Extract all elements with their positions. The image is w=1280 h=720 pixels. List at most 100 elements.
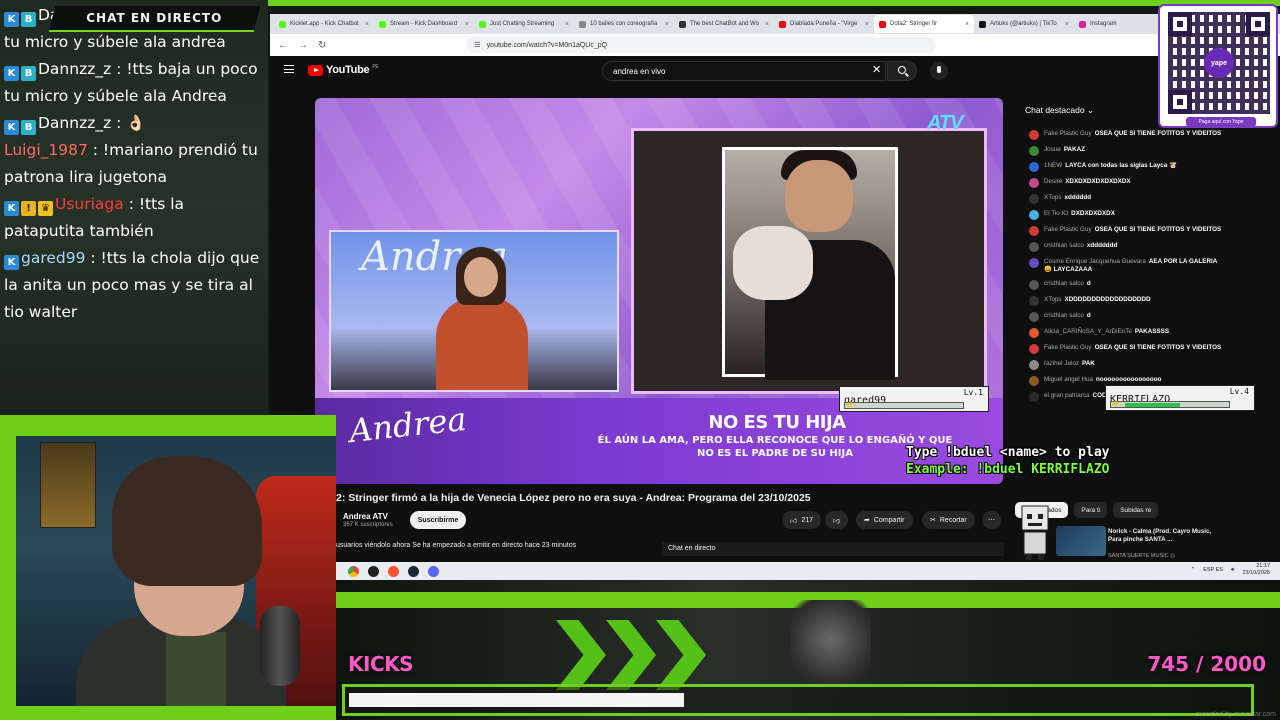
tab-close-icon[interactable]: × xyxy=(1065,21,1069,28)
chat-author[interactable]: Cosme Enrique Jacquehua Guevara xyxy=(1044,258,1146,265)
tab-close-icon[interactable]: × xyxy=(565,21,569,28)
chat-author[interactable]: XTops xyxy=(1044,296,1062,303)
browser-tab[interactable]: Stream - Kick Dashboard × xyxy=(374,15,474,33)
tab-close-icon[interactable]: × xyxy=(465,21,469,28)
chat-author[interactable]: cristhian salco xyxy=(1044,242,1084,249)
youtube-chat-message: XTops xdddddd xyxy=(1029,194,1225,204)
clock[interactable]: 21:17 23/10/2025 xyxy=(1242,563,1270,577)
chat-author[interactable]: Desiré xyxy=(1044,178,1062,185)
chat-author[interactable]: Josue xyxy=(1044,146,1061,153)
chat-author[interactable]: cristhian salco xyxy=(1044,312,1084,319)
recommended-thumbnail[interactable] xyxy=(1056,526,1106,556)
chat-avatar[interactable] xyxy=(1029,226,1039,236)
tab-favicon-icon xyxy=(979,20,986,28)
chat-avatar[interactable] xyxy=(1029,194,1039,204)
chat-mode-dropdown[interactable]: Chat destacado ⌄ xyxy=(1025,105,1094,116)
chat-avatar[interactable] xyxy=(1029,258,1039,268)
clear-search-icon[interactable]: ✕ xyxy=(872,64,881,77)
back-icon[interactable]: ← xyxy=(278,40,288,51)
live-chat-toggle[interactable]: Chat en directo xyxy=(662,542,1004,556)
youtube-logo[interactable]: YouTube PE xyxy=(308,64,379,76)
reload-icon[interactable]: ↻ xyxy=(318,40,326,51)
chat-author[interactable]: cristhian salco xyxy=(1044,280,1084,287)
recommendation-chip[interactable]: Subidas re xyxy=(1113,502,1159,518)
tab-label: Dota2: Stringer fir xyxy=(890,21,938,27)
chat-avatar[interactable] xyxy=(1029,376,1039,386)
duel-player2-hp-label: HP: xyxy=(1112,401,1123,408)
chat-author[interactable]: el gran patriarca xyxy=(1044,392,1090,399)
obs-icon[interactable] xyxy=(368,565,379,577)
chat-avatar[interactable] xyxy=(1029,178,1039,188)
tab-close-icon[interactable]: × xyxy=(365,21,369,28)
stream-chat-username[interactable]: Dannzz_z xyxy=(38,114,111,132)
video-player[interactable]: Andrea ATV Andrea NO ES TU HIJA ÉL AÚN L… xyxy=(315,98,1003,484)
chat-author[interactable]: Miguel angel Hua xyxy=(1044,376,1093,383)
youtube-chat-message: cristhian salco xddddddd xyxy=(1029,242,1225,252)
tab-close-icon[interactable]: × xyxy=(865,21,869,28)
brave-icon[interactable] xyxy=(388,565,399,577)
browser-tab[interactable]: Kicklet.app - Kick Chatbot × xyxy=(274,15,374,33)
tab-label: 10 bailes con coreografía xyxy=(590,21,658,27)
chrome-icon[interactable] xyxy=(348,565,359,577)
stream-chat-username[interactable]: Dannzz_z xyxy=(38,60,111,78)
recommendation-chip[interactable]: Para ti xyxy=(1074,502,1108,518)
chat-avatar[interactable] xyxy=(1029,312,1039,322)
tab-close-icon[interactable]: × xyxy=(665,21,669,28)
recommended-title[interactable]: Norick - Calma (Prod. Cayro Music, Para … xyxy=(1108,528,1223,544)
channel-name[interactable]: Andrea ATV xyxy=(343,512,388,521)
chat-author[interactable]: 1NEW xyxy=(1044,162,1062,169)
chat-avatar[interactable] xyxy=(1029,328,1039,338)
volume-icon[interactable]: 🔊︎ xyxy=(1231,567,1234,574)
chat-avatar[interactable] xyxy=(1029,296,1039,306)
youtube-play-icon xyxy=(308,64,323,76)
chat-author[interactable]: Fake Plastic Guy xyxy=(1044,344,1092,351)
tab-close-icon[interactable]: × xyxy=(965,21,969,28)
tab-favicon-icon xyxy=(679,20,686,28)
url-field[interactable]: ☰ youtube.com/watch?v=M0n1aQUc_pQ xyxy=(466,37,937,53)
chat-avatar[interactable] xyxy=(1029,210,1039,220)
tab-close-icon[interactable]: × xyxy=(765,21,769,28)
dislike-button[interactable]: 👎︎ xyxy=(825,511,849,529)
browser-tab[interactable]: The best ChatBot and Wo × xyxy=(674,15,774,33)
browser-tab[interactable]: Dota2: Stringer fir × xyxy=(874,15,974,33)
chat-avatar[interactable] xyxy=(1029,392,1039,402)
search-input[interactable]: andrea en vivo xyxy=(602,61,886,81)
chat-author[interactable]: razihel Jeloz xyxy=(1044,360,1079,367)
recorder-watermark: recorded by mirinstar.com xyxy=(1195,711,1276,718)
stream-chat-username[interactable]: gared99 xyxy=(21,249,85,267)
chat-avatar[interactable] xyxy=(1029,162,1039,172)
chat-avatar[interactable] xyxy=(1029,130,1039,140)
search-button[interactable] xyxy=(887,61,917,81)
like-button[interactable]: 👍︎ 217 xyxy=(782,511,822,529)
subscribe-button[interactable]: Suscribirme xyxy=(410,511,466,529)
clip-button[interactable]: ✂ Recortar xyxy=(922,511,975,529)
forward-icon[interactable]: → xyxy=(298,40,308,51)
tray-chevron-icon[interactable]: ⌃ xyxy=(1191,567,1196,573)
stream-chat-username[interactable]: Luigi_1987 xyxy=(4,141,88,159)
browser-tab[interactable]: Artiuks (@artiuks) | TikTo × xyxy=(974,15,1074,33)
chat-author[interactable]: Fake Plastic Guy xyxy=(1044,226,1092,233)
voice-search-icon[interactable] xyxy=(930,62,948,80)
chat-avatar[interactable] xyxy=(1029,146,1039,156)
share-button[interactable]: ➦ Compartir xyxy=(856,511,913,529)
chat-avatar[interactable] xyxy=(1029,360,1039,370)
more-actions-button[interactable]: ⋯ xyxy=(982,511,1001,529)
chat-avatar[interactable] xyxy=(1029,242,1039,252)
b-badge-icon: B xyxy=(21,12,36,27)
keyboard-language[interactable]: ESP ES xyxy=(1203,567,1223,573)
menu-icon[interactable] xyxy=(284,65,294,73)
stream-chat-username[interactable]: Usuriaga xyxy=(55,195,124,213)
chat-avatar[interactable] xyxy=(1029,344,1039,354)
kick-badge-icon: K xyxy=(4,120,19,135)
site-info-icon[interactable]: ☰ xyxy=(474,41,480,49)
steam-icon[interactable] xyxy=(408,565,419,577)
browser-tab[interactable]: Diablada Puneña - "Virge × xyxy=(774,15,874,33)
chat-author[interactable]: Fake Plastic Guy xyxy=(1044,130,1092,137)
chat-avatar[interactable] xyxy=(1029,280,1039,290)
browser-tab[interactable]: 10 bailes con coreografía × xyxy=(574,15,674,33)
discord-icon[interactable] xyxy=(428,565,439,577)
browser-tab[interactable]: Just Chatting Streaming × xyxy=(474,15,574,33)
chat-author[interactable]: Alicia_CARIÑoSA_Y_ArDiEnTe xyxy=(1044,328,1132,335)
chat-author[interactable]: El Tio IO xyxy=(1044,210,1068,217)
chat-author[interactable]: XTops xyxy=(1044,194,1062,201)
